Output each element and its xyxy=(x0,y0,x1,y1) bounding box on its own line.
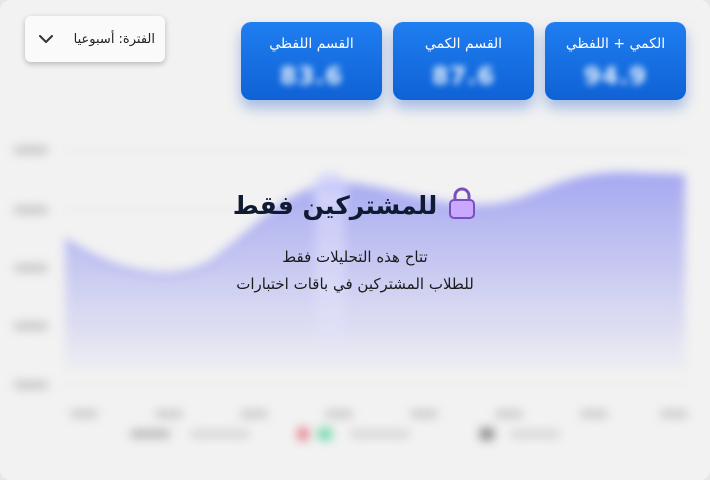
chevron-down-icon xyxy=(37,30,55,48)
score-card-title: الكمي + اللفظي xyxy=(565,36,666,52)
score-card-value: 83.6 xyxy=(279,62,344,90)
chart-x-tick-marks xyxy=(70,410,688,418)
score-card-verbal: القسم اللفظي 83.6 xyxy=(241,22,382,100)
score-card-value: 87.6 xyxy=(431,62,496,90)
score-card-total: الكمي + اللفظي 94.9 xyxy=(545,22,686,100)
period-label: الفترة: أسبوعيا xyxy=(73,31,155,47)
analytics-panel: الفترة: أسبوعيا الكمي + اللفظي 94.9 القس… xyxy=(0,0,710,480)
period-dropdown[interactable]: الفترة: أسبوعيا xyxy=(25,16,165,62)
subscribers-only-title: للمشتركين فقط xyxy=(0,186,710,224)
overlay-title: للمشتركين فقط xyxy=(232,190,438,220)
score-card-value: 94.9 xyxy=(583,62,648,90)
overlay-description-line-1: تتاح هذه التحليلات فقط xyxy=(282,248,428,266)
overlay-description-line-2: للطلاب المشتركين في باقات اختبارات xyxy=(236,275,474,293)
lock-icon xyxy=(447,186,477,224)
score-card-title: القسم اللفظي xyxy=(269,36,354,52)
score-card-title: القسم الكمي xyxy=(424,36,503,52)
score-card-quantitative: القسم الكمي 87.6 xyxy=(393,22,534,100)
chart-legend xyxy=(130,428,560,440)
